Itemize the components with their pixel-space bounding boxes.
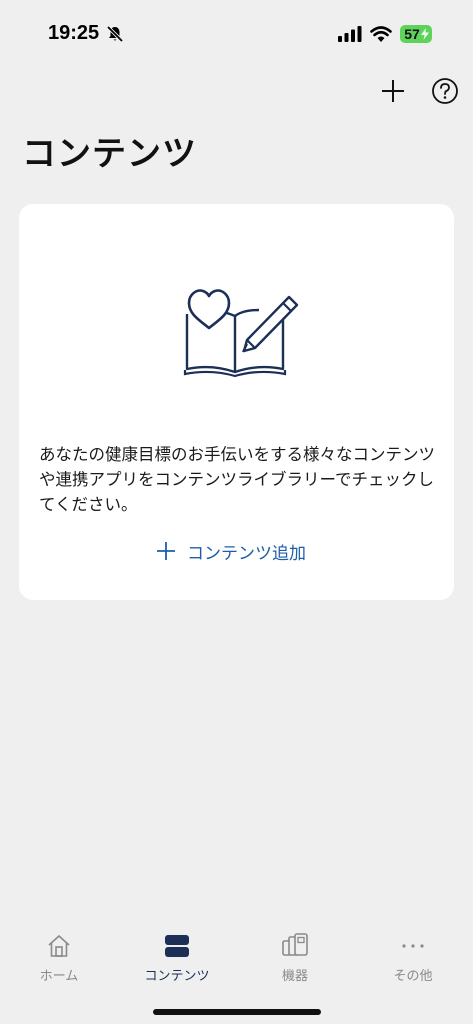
tab-content[interactable]: コンテンツ — [118, 926, 236, 990]
plus-icon[interactable] — [378, 76, 408, 106]
heart-book-pen-icon — [183, 289, 299, 378]
tab-devices-label: 機器 — [281, 969, 308, 984]
tab-content-label: コンテンツ — [144, 969, 210, 984]
more-icon — [402, 944, 424, 948]
bell-muted-icon — [106, 25, 124, 43]
tab-more-label: その他 — [393, 969, 433, 984]
add-content-label: コンテンツ追加 — [187, 543, 306, 564]
question-circle-icon[interactable] — [430, 76, 460, 106]
tab-home-label: ホーム — [39, 969, 79, 984]
content-icon — [165, 935, 189, 957]
tab-more[interactable]: その他 — [354, 926, 472, 990]
charging-bolt-icon — [421, 28, 429, 40]
battery-indicator: 57 — [400, 25, 432, 43]
battery-level: 57 — [404, 26, 420, 42]
home-indicator[interactable] — [153, 1009, 321, 1015]
tab-home[interactable]: ホーム — [0, 926, 118, 990]
wifi-icon — [370, 26, 392, 42]
cellular-signal-icon — [338, 26, 362, 42]
empty-content-card: あなたの健康目標のお手伝いをする様々なコンテンツや連携アプリをコンテンツライブラ… — [19, 204, 454, 600]
card-description: あなたの健康目標のお手伝いをする様々なコンテンツや連携アプリをコンテンツライブラ… — [39, 445, 435, 514]
tab-devices[interactable]: 機器 — [236, 926, 354, 990]
bottom-tab-bar: ホーム コンテンツ 機器 その他 — [0, 926, 473, 996]
page-title: コンテンツ — [22, 134, 197, 174]
status-bar: 19:25 57 — [0, 0, 473, 60]
home-icon — [48, 935, 70, 957]
devices-icon — [282, 933, 308, 956]
status-time: 19:25 — [48, 22, 100, 44]
plus-icon — [157, 542, 175, 560]
add-content-button[interactable]: コンテンツ追加 — [155, 538, 306, 564]
